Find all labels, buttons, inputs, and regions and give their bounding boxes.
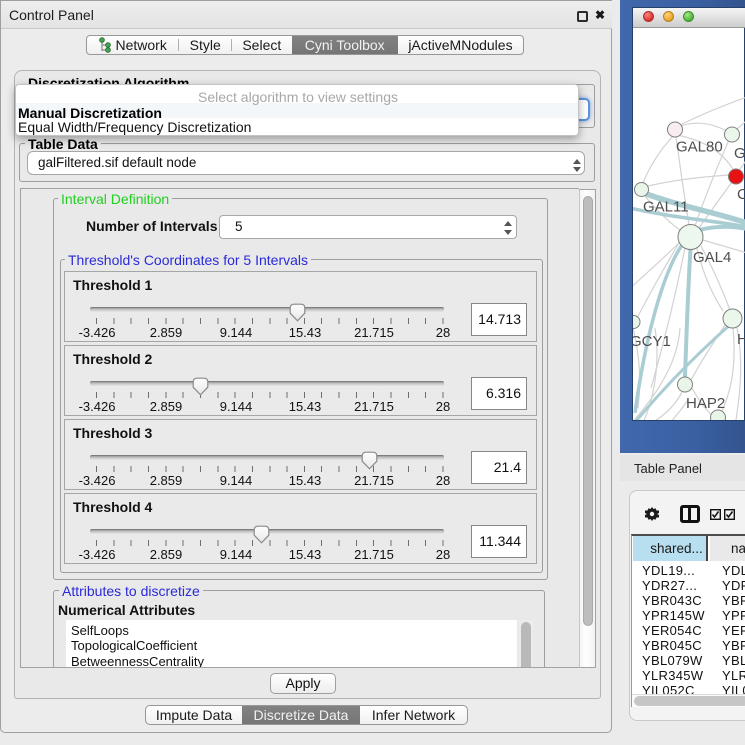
svg-text:GAL11: GAL11 xyxy=(643,199,689,216)
svg-text:HAP2: HAP2 xyxy=(686,395,725,412)
svg-text:GAL2: GAL2 xyxy=(734,145,745,162)
svg-text:GAL80: GAL80 xyxy=(676,139,723,156)
svg-text:GAL4: GAL4 xyxy=(693,249,731,266)
svg-text:GCY1: GCY1 xyxy=(633,333,671,350)
svg-text:HA: HA xyxy=(737,331,745,348)
svg-text:CD: CD xyxy=(737,186,745,203)
